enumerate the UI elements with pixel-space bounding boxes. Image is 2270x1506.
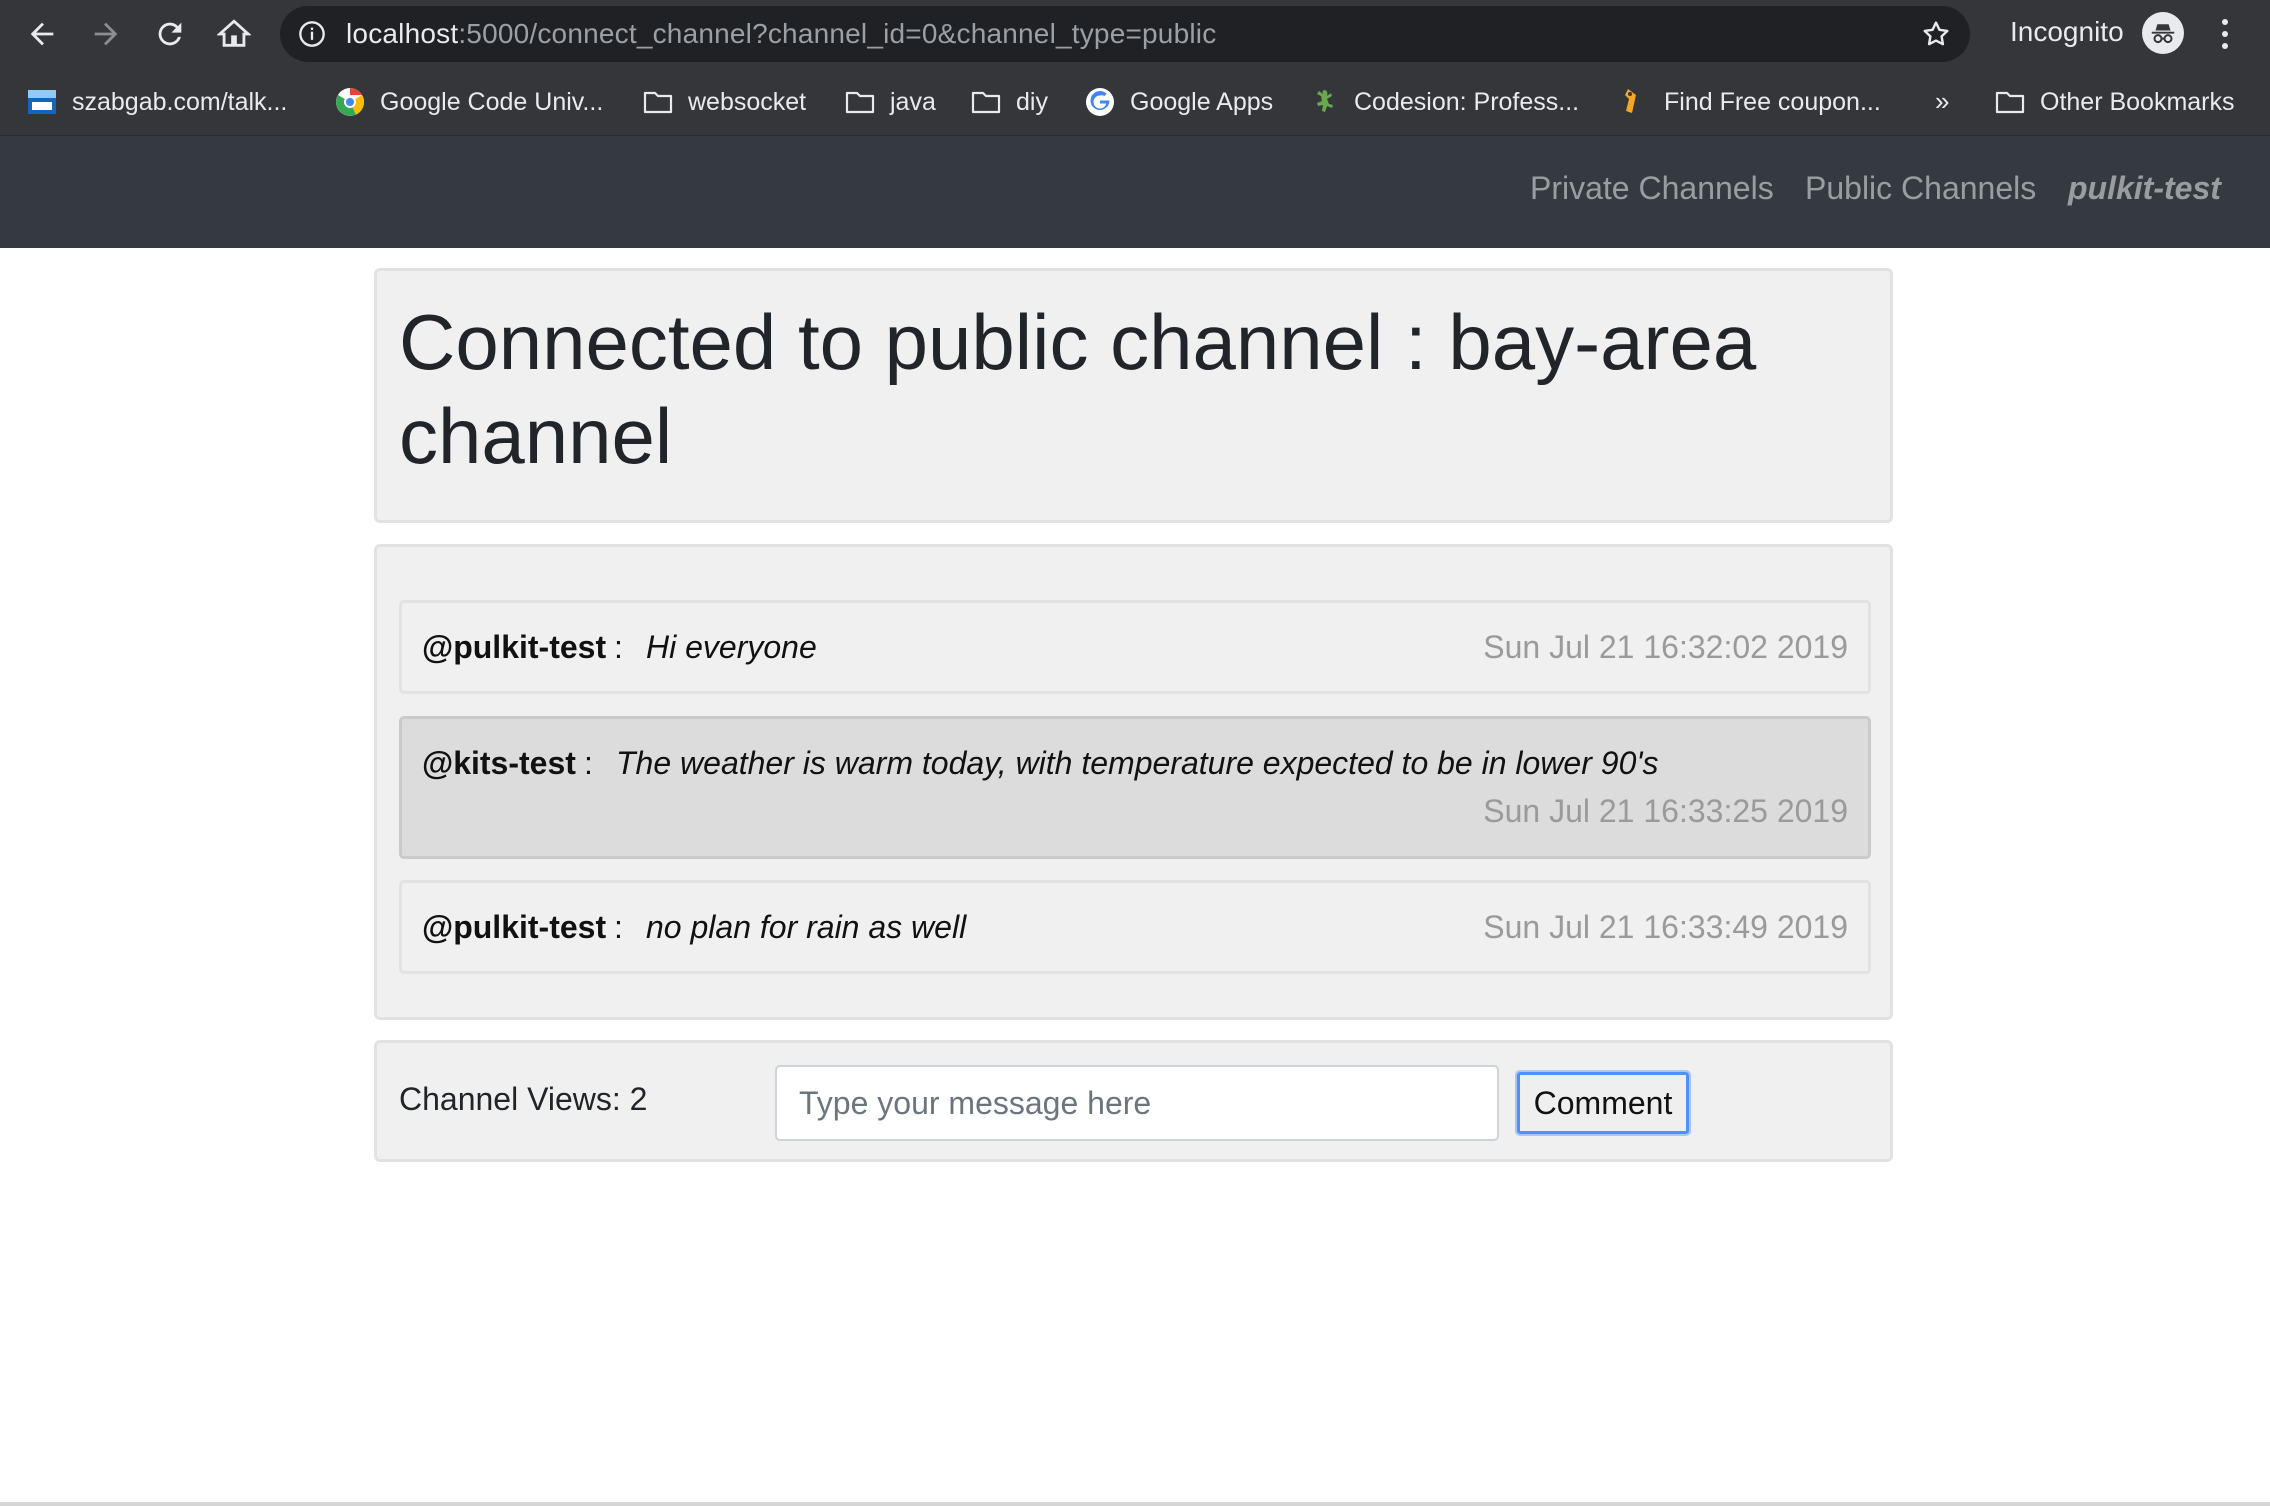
bookmark-item[interactable]: Google Apps bbox=[1084, 80, 1273, 124]
incognito-icon[interactable] bbox=[2142, 12, 2184, 54]
home-icon bbox=[217, 19, 251, 47]
page-title: Connected to public channel : bay-area c… bbox=[399, 298, 1757, 480]
comment-button[interactable]: Comment bbox=[1515, 1070, 1691, 1136]
forward-arrow-icon bbox=[94, 22, 118, 46]
channel-views: Channel Views: 2 bbox=[399, 1081, 648, 1117]
reload-icon bbox=[158, 22, 182, 46]
message-timestamp: Sun Jul 21 16:33:49 2019 bbox=[1483, 909, 1848, 945]
site-favicon-icon bbox=[28, 90, 56, 114]
app-navbar: Private Channels Public Channels pulkit-… bbox=[0, 136, 2270, 248]
message-user: @pulkit-test bbox=[422, 629, 607, 665]
message-text: Hi everyone bbox=[646, 629, 817, 665]
message-text: no plan for rain as well bbox=[646, 909, 967, 945]
bookmark-item[interactable]: szabgab.com/talk... bbox=[26, 80, 287, 124]
bookmark-item[interactable]: Google Code Univ... bbox=[334, 80, 603, 124]
codesion-gecko-icon bbox=[1317, 90, 1333, 112]
message-user: @kits-test bbox=[422, 745, 576, 781]
info-icon[interactable] bbox=[298, 20, 326, 48]
home-button[interactable] bbox=[210, 10, 258, 58]
folder-icon bbox=[643, 91, 673, 114]
google-code-icon bbox=[336, 88, 364, 116]
messages-card: @pulkit-test : Hi everyone Sun Jul 21 16… bbox=[374, 544, 1893, 1020]
message-user: @pulkit-test bbox=[422, 909, 607, 945]
message-timestamp: Sun Jul 21 16:33:25 2019 bbox=[1483, 793, 1848, 829]
google-icon bbox=[1086, 88, 1114, 116]
forward-button[interactable] bbox=[82, 10, 130, 58]
message-text: The weather is warm today, with temperat… bbox=[616, 745, 1659, 781]
address-bar[interactable]: localhost:5000/connect_channel?channel_i… bbox=[280, 6, 1970, 62]
browser-menu-icon[interactable] bbox=[2210, 12, 2240, 56]
nav-public-channels[interactable]: Public Channels bbox=[1805, 170, 2036, 207]
nav-private-channels[interactable]: Private Channels bbox=[1530, 170, 1774, 207]
incognito-label: Incognito bbox=[2010, 16, 2124, 47]
bookmark-folder[interactable]: websocket bbox=[642, 80, 806, 124]
coupon-tag-icon bbox=[1625, 89, 1636, 113]
message-separator: : bbox=[584, 745, 593, 781]
url-text: localhost:5000/connect_channel?channel_i… bbox=[346, 18, 1217, 49]
comment-card: Channel Views: 2 Comment bbox=[374, 1040, 1893, 1162]
message-separator: : bbox=[614, 909, 623, 945]
bookmark-folder[interactable]: diy bbox=[970, 80, 1048, 124]
folder-icon bbox=[971, 91, 1001, 114]
window-bottom-edge bbox=[0, 1502, 2270, 1506]
back-arrow-icon bbox=[30, 22, 54, 46]
message-input[interactable] bbox=[775, 1065, 1499, 1141]
message-separator: : bbox=[614, 629, 623, 665]
folder-icon bbox=[1995, 91, 2025, 114]
more-bookmarks-button[interactable]: » bbox=[1935, 86, 1949, 117]
message-item: @kits-test : The weather is warm today, … bbox=[399, 716, 1871, 859]
message-item: @pulkit-test : no plan for rain as well … bbox=[399, 880, 1871, 974]
bookmark-star-icon[interactable] bbox=[1920, 18, 1952, 50]
bookmarks-bar: szabgab.com/talk... Google Code Univ... … bbox=[0, 68, 2270, 136]
bookmark-item[interactable]: Find Free coupon... bbox=[1618, 80, 1881, 124]
back-button[interactable] bbox=[18, 10, 66, 58]
other-bookmarks-folder[interactable]: Other Bookmarks bbox=[1994, 80, 2235, 124]
channel-header-card: Connected to public channel : bay-area c… bbox=[374, 268, 1893, 523]
nav-user[interactable]: pulkit-test bbox=[2068, 170, 2221, 207]
message-item: @pulkit-test : Hi everyone Sun Jul 21 16… bbox=[399, 600, 1871, 694]
bookmark-folder[interactable]: java bbox=[844, 80, 936, 124]
browser-toolbar: localhost:5000/connect_channel?channel_i… bbox=[0, 0, 2270, 68]
reload-button[interactable] bbox=[146, 10, 194, 58]
message-timestamp: Sun Jul 21 16:32:02 2019 bbox=[1483, 629, 1848, 665]
folder-icon bbox=[845, 91, 875, 114]
bookmark-item[interactable]: Codesion: Profess... bbox=[1308, 80, 1579, 124]
